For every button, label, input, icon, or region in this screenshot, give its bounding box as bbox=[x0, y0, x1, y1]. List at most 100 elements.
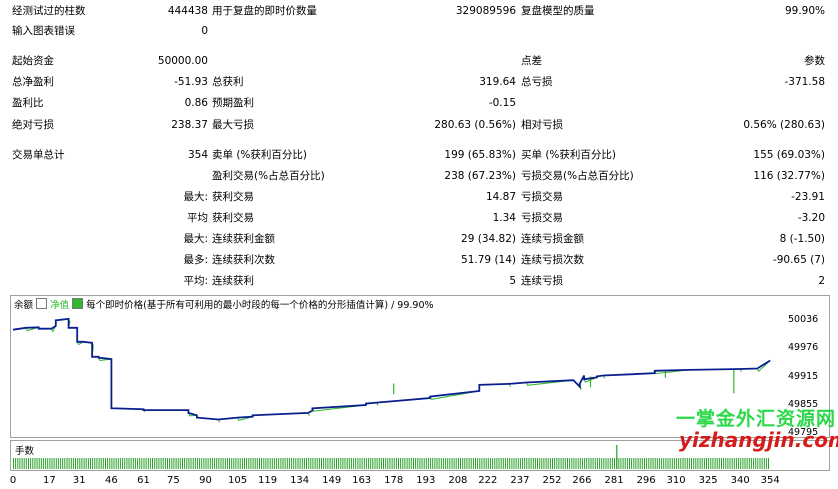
volume-bar bbox=[252, 458, 254, 469]
volume-bar bbox=[361, 458, 363, 469]
x-tick-label: 354 bbox=[760, 475, 780, 486]
volume-bar bbox=[342, 458, 344, 469]
volume-bar bbox=[314, 458, 316, 469]
loss-trades-label: 亏损交易(%占总百分比) bbox=[521, 170, 634, 182]
volume-bar bbox=[417, 458, 419, 469]
volume-bar bbox=[162, 458, 164, 469]
volume-bar bbox=[697, 458, 699, 469]
volume-bar bbox=[539, 458, 541, 469]
volume-bar bbox=[188, 458, 190, 469]
volume-bar bbox=[62, 458, 64, 469]
profit-factor-value: 0.86 bbox=[184, 97, 208, 109]
volume-bar bbox=[90, 458, 91, 469]
volume-bar bbox=[607, 458, 609, 469]
average-loss-value: -3.20 bbox=[797, 212, 825, 224]
bars-tested-label: 经测试过的柱数 bbox=[12, 5, 86, 17]
volume-bar bbox=[451, 458, 453, 469]
volume-bar bbox=[721, 458, 722, 469]
volume-bar bbox=[530, 458, 532, 469]
volume-bar bbox=[513, 458, 515, 469]
volume-bar bbox=[575, 458, 577, 469]
volume-bar bbox=[338, 458, 340, 469]
volume-bar bbox=[678, 458, 680, 469]
x-tick-label: 310 bbox=[666, 475, 686, 486]
volume-bar bbox=[134, 458, 136, 469]
volume-bar bbox=[316, 458, 318, 469]
volume-bar bbox=[663, 458, 665, 469]
x-tick-label: 61 bbox=[137, 475, 150, 486]
x-tick-label: 31 bbox=[72, 475, 86, 486]
x-tick-label: 222 bbox=[478, 475, 498, 486]
avg-prefix: 平均: bbox=[183, 275, 208, 287]
volume-bar bbox=[500, 458, 502, 469]
volume-bar bbox=[209, 458, 211, 469]
y-tick-label: 49976 bbox=[788, 342, 819, 354]
volume-bar bbox=[410, 458, 412, 469]
expected-payoff-value: -0.15 bbox=[488, 97, 516, 109]
volume-bar bbox=[299, 458, 301, 469]
volume-bar bbox=[224, 458, 226, 469]
volume-bar bbox=[667, 458, 669, 469]
volume-bar bbox=[87, 458, 89, 469]
volume-bar bbox=[703, 458, 705, 469]
volume-bar bbox=[357, 458, 359, 469]
volume-bar bbox=[186, 458, 188, 469]
volume-bar bbox=[145, 458, 147, 469]
volume-bar bbox=[38, 458, 40, 469]
volume-bar bbox=[143, 458, 145, 469]
largest-loss-value: -23.91 bbox=[791, 191, 825, 203]
net-profit-label: 总净盈利 bbox=[12, 76, 54, 88]
volume-bar bbox=[100, 458, 102, 469]
volume-bar bbox=[372, 458, 374, 469]
volume-bar bbox=[79, 458, 81, 469]
volume-bar bbox=[353, 458, 355, 469]
volume-bar bbox=[494, 458, 496, 469]
volume-bar bbox=[624, 458, 626, 469]
volume-bar bbox=[96, 458, 98, 469]
volume-bar bbox=[718, 458, 720, 469]
volume-bar bbox=[398, 458, 399, 469]
initial-deposit-label: 起始资金 bbox=[12, 55, 54, 67]
volume-bar bbox=[490, 458, 491, 469]
x-tick-label: 237 bbox=[510, 475, 530, 486]
volume-bar bbox=[684, 458, 686, 469]
volume-bar bbox=[72, 458, 74, 469]
volume-bar bbox=[763, 458, 765, 469]
maximal-consec-loss-label: 连续亏损次数 bbox=[521, 254, 584, 266]
volume-bar bbox=[158, 458, 160, 469]
volume-bar bbox=[735, 458, 737, 469]
volume-bar bbox=[413, 458, 414, 469]
volume-bar bbox=[239, 458, 241, 469]
volume-bar bbox=[94, 458, 96, 469]
volume-bar bbox=[211, 458, 213, 469]
volume-bar bbox=[723, 458, 725, 469]
volume-bar bbox=[725, 458, 727, 469]
volume-bar bbox=[464, 458, 466, 469]
volume-bar bbox=[650, 458, 652, 469]
volume-bar bbox=[629, 458, 630, 469]
volume-bar bbox=[654, 458, 656, 469]
volume-bar bbox=[374, 458, 376, 469]
volume-bar bbox=[259, 458, 260, 469]
volume-bar bbox=[556, 458, 558, 469]
volume-bar bbox=[21, 458, 23, 469]
volume-bar bbox=[25, 458, 27, 469]
volume-bar bbox=[68, 458, 70, 469]
volume-bar bbox=[485, 458, 487, 469]
volume-bar bbox=[436, 458, 438, 469]
volume-bar bbox=[132, 458, 134, 469]
volume-bar bbox=[267, 458, 269, 469]
volume-bar bbox=[248, 458, 250, 469]
volume-bar bbox=[483, 458, 485, 469]
ticks-value: 329089596 bbox=[455, 5, 516, 17]
volume-bar bbox=[308, 458, 310, 469]
average-profit-value: 1.34 bbox=[492, 212, 516, 224]
x-tick-label: 46 bbox=[105, 475, 118, 486]
volume-bar bbox=[656, 458, 658, 469]
volume-bar bbox=[81, 458, 83, 469]
total-trades-label: 交易单总计 bbox=[12, 149, 65, 161]
x-tick-label: 119 bbox=[257, 475, 278, 486]
x-tick-label: 208 bbox=[448, 475, 468, 486]
volume-bar bbox=[517, 458, 519, 469]
volume-bar bbox=[639, 458, 641, 469]
